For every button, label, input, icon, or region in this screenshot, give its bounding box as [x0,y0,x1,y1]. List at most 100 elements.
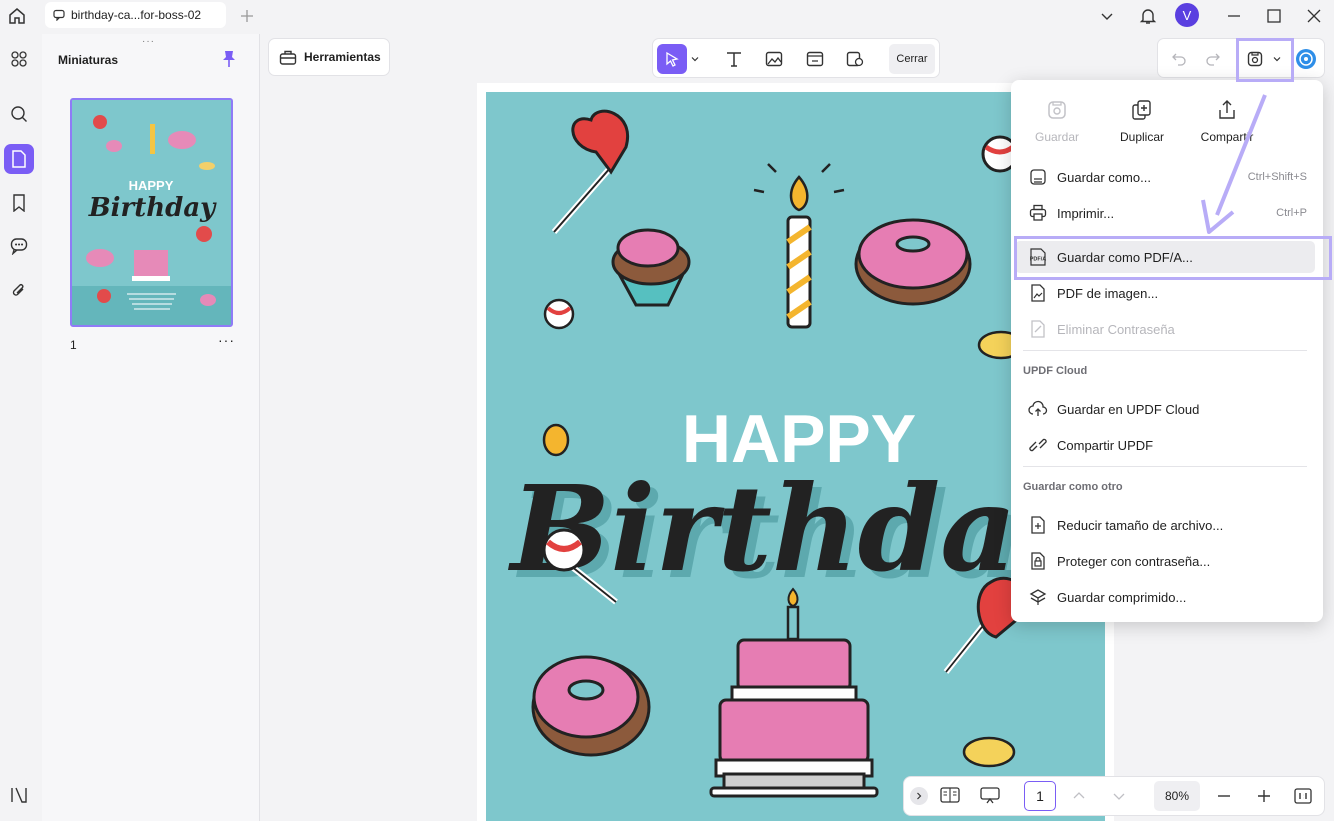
redo-icon[interactable] [1198,44,1228,74]
cake-illustration [709,587,879,798]
cloud-section-title: UPDF Cloud [1023,365,1088,377]
bookmark-icon[interactable] [4,188,34,218]
stamp-icon[interactable] [840,44,870,74]
undo-icon[interactable] [1164,44,1194,74]
home-icon[interactable] [5,4,29,28]
zoom-level[interactable]: 80% [1154,781,1200,811]
menu-item-share-updf[interactable]: Compartir UPDF [1015,429,1315,461]
maximize-icon[interactable] [1262,4,1286,28]
search-icon[interactable] [4,99,34,129]
chevron-down-icon[interactable] [1095,4,1119,28]
cupcake-illustration [611,228,691,307]
menu-item-label: Compartir UPDF [1057,437,1154,453]
menu-item-reduce-size[interactable]: Reducir tamaño de archivo... [1015,509,1315,541]
close-edit-button[interactable]: Cerrar [889,44,935,74]
donut-bottom-illustration [531,655,651,757]
chevron-down-icon[interactable] [687,44,703,74]
save-action[interactable]: Guardar [1017,96,1097,144]
page-thumbnail[interactable]: HAPPY Birthday [70,98,233,327]
menu-item-save-cloud[interactable]: Guardar en UPDF Cloud [1015,393,1315,425]
image-icon[interactable] [759,44,789,74]
duplicate-action[interactable]: Duplicar [1102,96,1182,144]
attachment-icon[interactable] [4,275,34,305]
document-tab[interactable]: birthday-ca...for-boss-02 [45,2,226,28]
layers-icon[interactable] [4,780,34,810]
zoom-out-icon[interactable] [1217,789,1231,803]
menu-divider [1023,466,1307,467]
other-section-title: Guardar como otro [1023,481,1123,493]
edit-toolbar: Cerrar [652,38,940,78]
left-rail [0,32,42,821]
cursor-icon[interactable] [657,44,687,74]
menu-item-compress[interactable]: Guardar comprimido... [1015,581,1315,613]
save-icon [1017,96,1097,124]
menu-item-label: Imprimir... [1057,205,1115,221]
image-pdf-icon [1027,284,1049,302]
pdfa-item-highlight [1014,236,1332,280]
menu-divider [1023,350,1307,351]
toolbox-icon [279,50,297,65]
bell-icon[interactable] [1136,4,1160,28]
svg-text:Birthday: Birthday [88,193,217,223]
candle-illustration [753,163,845,329]
link-icon [1027,436,1049,454]
page-number-input[interactable]: 1 [1024,781,1056,811]
panel-grip[interactable]: ··· [142,36,155,47]
lock-icon [1027,552,1049,570]
lollipop-illustration [551,109,630,234]
donut-illustration [854,218,972,306]
svg-text:HAPPY: HAPPY [129,178,174,193]
menu-item-label: Guardar en UPDF Cloud [1057,401,1200,417]
menu-item-remove-password[interactable]: Eliminar Contraseña [1015,313,1315,345]
chevron-down-icon[interactable] [1112,789,1126,803]
save-button-highlight [1236,38,1294,82]
menu-item-label: Guardar comprimido... [1057,589,1187,605]
tools-label: Herramientas [304,50,381,64]
comment-icon [53,9,65,21]
menu-item-label: Proteger con contraseña... [1057,553,1211,569]
thumbnails-panel: ··· Miniaturas HAPPY Birthday 1 ··· [42,34,260,821]
save-as-icon [1027,168,1049,186]
thumbnails-icon[interactable] [4,144,34,174]
link-box-icon[interactable] [800,44,830,74]
ai-assistant-icon[interactable] [1291,44,1321,74]
presentation-icon[interactable] [980,787,1000,805]
annotation-arrow [1201,94,1267,234]
menu-item-protect[interactable]: Proteger con contraseña... [1015,545,1315,577]
thumbnail-page-number: 1 [70,338,77,352]
close-icon[interactable] [1302,4,1326,28]
zoom-in-icon[interactable] [1257,789,1271,803]
tools-button[interactable]: Herramientas [268,38,390,76]
page-navigation: 1 80% [903,776,1325,816]
save-menu: Guardar Duplicar Compartir Guardar como.… [1011,80,1323,622]
compress-icon [1027,588,1049,606]
page-layout-icon[interactable] [940,787,960,803]
text-icon[interactable] [719,44,749,74]
title-bar: birthday-ca...for-boss-02 V [0,0,1334,32]
chevron-right-icon[interactable] [910,787,928,805]
reduce-size-icon [1027,516,1049,534]
actual-size-icon[interactable] [1294,788,1312,804]
menu-item-label: Eliminar Contraseña [1057,321,1175,337]
printer-icon [1027,204,1049,222]
grid-icon[interactable] [4,44,34,74]
chevron-up-icon[interactable] [1072,789,1086,803]
duplicate-action-label: Duplicar [1119,130,1164,144]
tab-title: birthday-ca...for-boss-02 [71,8,202,22]
remove-password-icon [1027,320,1049,338]
menu-item-shortcut: Ctrl+P [1276,207,1307,219]
menu-item-image-pdf[interactable]: PDF de imagen... [1015,277,1315,309]
new-tab-icon[interactable] [235,4,259,28]
save-action-label: Guardar [1034,130,1080,144]
cloud-upload-icon [1027,400,1049,418]
panel-title: Miniaturas [58,53,119,67]
menu-item-label: Guardar como... [1057,169,1151,185]
duplicate-icon [1102,96,1182,124]
more-icon[interactable]: ··· [218,332,235,348]
comments-icon[interactable] [4,231,34,261]
user-avatar[interactable]: V [1175,3,1199,27]
menu-item-label: PDF de imagen... [1057,285,1159,301]
menu-item-label: Reducir tamaño de archivo... [1057,517,1224,533]
minimize-icon[interactable] [1222,4,1246,28]
pin-icon[interactable] [221,50,237,68]
